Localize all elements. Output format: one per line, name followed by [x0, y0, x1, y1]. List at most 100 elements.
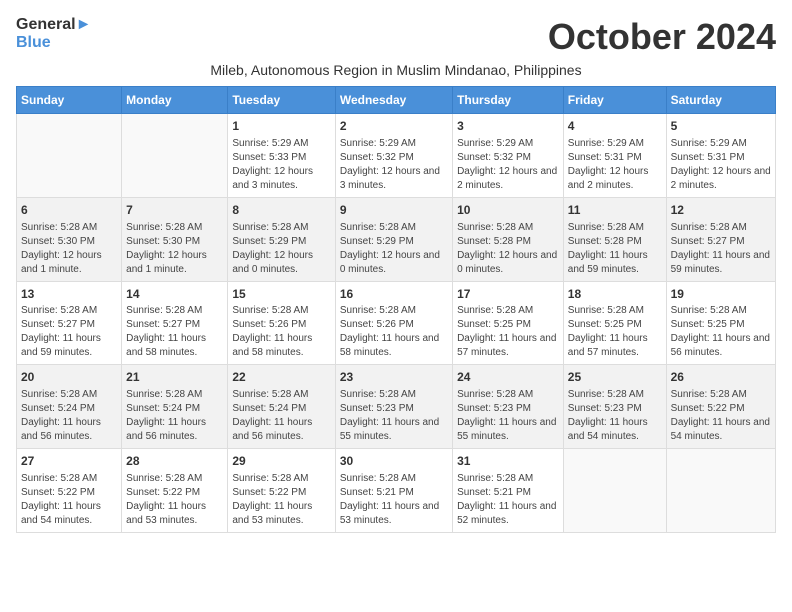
day-info: Sunrise: 5:28 AM Sunset: 5:26 PM Dayligh…	[340, 304, 448, 360]
day-info: Sunrise: 5:28 AM Sunset: 5:28 PM Dayligh…	[457, 221, 559, 277]
day-info: Sunrise: 5:28 AM Sunset: 5:22 PM Dayligh…	[126, 472, 223, 528]
day-number: 14	[126, 286, 223, 303]
table-row: 15Sunrise: 5:28 AM Sunset: 5:26 PM Dayli…	[228, 281, 335, 365]
calendar-week-row: 13Sunrise: 5:28 AM Sunset: 5:27 PM Dayli…	[17, 281, 776, 365]
day-number: 24	[457, 369, 559, 386]
day-number: 30	[340, 453, 448, 470]
day-info: Sunrise: 5:28 AM Sunset: 5:23 PM Dayligh…	[340, 388, 448, 444]
table-row: 22 Sunrise: 5:28 AM Sunset: 5:24 PM Dayli…	[228, 365, 335, 449]
table-row: 24 Sunrise: 5:28 AM Sunset: 5:23 PM Dayli…	[453, 365, 564, 449]
day-number: 16	[340, 286, 448, 303]
calendar-table: Sunday Monday Tuesday Wednesday Thursday…	[16, 86, 776, 533]
day-number: 13	[21, 286, 117, 303]
day-number: 18	[568, 286, 662, 303]
table-row: 25 Sunrise: 5:28 AM Sunset: 5:23 PM Dayli…	[563, 365, 666, 449]
day-info: Sunrise: 5:28 AM Sunset: 5:21 PM Dayligh…	[340, 472, 448, 528]
table-row: 30 Sunrise: 5:28 AM Sunset: 5:21 PM Dayli…	[335, 449, 452, 533]
day-number: 25	[568, 369, 662, 386]
day-info: Sunrise: 5:29 AM Sunset: 5:32 PM Dayligh…	[457, 137, 559, 193]
day-number: 2	[340, 118, 448, 135]
day-info: Sunrise: 5:28 AM Sunset: 5:29 PM Dayligh…	[232, 221, 330, 277]
calendar-week-row: 1Sunrise: 5:29 AM Sunset: 5:33 PM Daylig…	[17, 114, 776, 198]
table-row: 8 Sunrise: 5:28 AM Sunset: 5:29 PM Daylig…	[228, 197, 335, 281]
table-row: 9Sunrise: 5:28 AM Sunset: 5:29 PM Daylig…	[335, 197, 452, 281]
day-info: Sunrise: 5:28 AM Sunset: 5:26 PM Dayligh…	[232, 304, 330, 360]
day-info: Sunrise: 5:28 AM Sunset: 5:30 PM Dayligh…	[21, 221, 117, 277]
day-info: Sunrise: 5:28 AM Sunset: 5:24 PM Dayligh…	[126, 388, 223, 444]
calendar-header-row: Sunday Monday Tuesday Wednesday Thursday…	[17, 87, 776, 114]
header-saturday: Saturday	[666, 87, 775, 114]
day-info: Sunrise: 5:28 AM Sunset: 5:25 PM Dayligh…	[568, 304, 662, 360]
day-number: 22	[232, 369, 330, 386]
table-row: 6 Sunrise: 5:28 AM Sunset: 5:30 PM Daylig…	[17, 197, 122, 281]
day-number: 6	[21, 202, 117, 219]
table-row	[17, 114, 122, 198]
day-number: 29	[232, 453, 330, 470]
day-number: 20	[21, 369, 117, 386]
day-number: 10	[457, 202, 559, 219]
calendar-week-row: 20 Sunrise: 5:28 AM Sunset: 5:24 PM Dayli…	[17, 365, 776, 449]
header-sunday: Sunday	[17, 87, 122, 114]
day-info: Sunrise: 5:28 AM Sunset: 5:24 PM Dayligh…	[21, 388, 117, 444]
day-number: 26	[671, 369, 771, 386]
month-title: October 2024	[548, 16, 776, 58]
table-row: 17Sunrise: 5:28 AM Sunset: 5:25 PM Dayli…	[453, 281, 564, 365]
day-number: 17	[457, 286, 559, 303]
table-row: 19Sunrise: 5:28 AM Sunset: 5:25 PM Dayli…	[666, 281, 775, 365]
table-row: 21Sunrise: 5:28 AM Sunset: 5:24 PM Dayli…	[122, 365, 228, 449]
day-info: Sunrise: 5:29 AM Sunset: 5:32 PM Dayligh…	[340, 137, 448, 193]
day-info: Sunrise: 5:28 AM Sunset: 5:22 PM Dayligh…	[671, 388, 771, 444]
table-row: 4 Sunrise: 5:29 AM Sunset: 5:31 PM Daylig…	[563, 114, 666, 198]
day-number: 15	[232, 286, 330, 303]
header-monday: Monday	[122, 87, 228, 114]
day-number: 19	[671, 286, 771, 303]
day-number: 11	[568, 202, 662, 219]
header-thursday: Thursday	[453, 87, 564, 114]
day-number: 5	[671, 118, 771, 135]
day-number: 1	[232, 118, 330, 135]
day-info: Sunrise: 5:28 AM Sunset: 5:27 PM Dayligh…	[21, 304, 117, 360]
table-row: 10 Sunrise: 5:28 AM Sunset: 5:28 PM Dayli…	[453, 197, 564, 281]
page-header: General► Blue October 2024	[16, 16, 776, 58]
day-info: Sunrise: 5:28 AM Sunset: 5:27 PM Dayligh…	[126, 304, 223, 360]
header-wednesday: Wednesday	[335, 87, 452, 114]
table-row	[122, 114, 228, 198]
table-row: 18Sunrise: 5:28 AM Sunset: 5:25 PM Dayli…	[563, 281, 666, 365]
table-row: 16Sunrise: 5:28 AM Sunset: 5:26 PM Dayli…	[335, 281, 452, 365]
table-row: 11Sunrise: 5:28 AM Sunset: 5:28 PM Dayli…	[563, 197, 666, 281]
table-row: 31Sunrise: 5:28 AM Sunset: 5:21 PM Dayli…	[453, 449, 564, 533]
day-info: Sunrise: 5:29 AM Sunset: 5:31 PM Dayligh…	[568, 137, 662, 193]
logo-text: General►	[16, 16, 91, 34]
table-row: 27Sunrise: 5:28 AM Sunset: 5:22 PM Dayli…	[17, 449, 122, 533]
day-number: 28	[126, 453, 223, 470]
table-row: 2 Sunrise: 5:29 AM Sunset: 5:32 PM Daylig…	[335, 114, 452, 198]
table-row: 1Sunrise: 5:29 AM Sunset: 5:33 PM Daylig…	[228, 114, 335, 198]
table-row: 23 Sunrise: 5:28 AM Sunset: 5:23 PM Dayli…	[335, 365, 452, 449]
day-info: Sunrise: 5:28 AM Sunset: 5:24 PM Dayligh…	[232, 388, 330, 444]
day-number: 9	[340, 202, 448, 219]
table-row: 14Sunrise: 5:28 AM Sunset: 5:27 PM Dayli…	[122, 281, 228, 365]
logo-blue: Blue	[16, 34, 91, 52]
day-number: 31	[457, 453, 559, 470]
calendar-week-row: 27Sunrise: 5:28 AM Sunset: 5:22 PM Dayli…	[17, 449, 776, 533]
header-friday: Friday	[563, 87, 666, 114]
day-number: 23	[340, 369, 448, 386]
day-info: Sunrise: 5:28 AM Sunset: 5:25 PM Dayligh…	[671, 304, 771, 360]
day-info: Sunrise: 5:28 AM Sunset: 5:23 PM Dayligh…	[457, 388, 559, 444]
table-row: 7Sunrise: 5:28 AM Sunset: 5:30 PM Daylig…	[122, 197, 228, 281]
calendar-subtitle: Mileb, Autonomous Region in Muslim Minda…	[16, 62, 776, 78]
day-number: 4	[568, 118, 662, 135]
day-number: 3	[457, 118, 559, 135]
day-info: Sunrise: 5:28 AM Sunset: 5:23 PM Dayligh…	[568, 388, 662, 444]
day-info: Sunrise: 5:28 AM Sunset: 5:22 PM Dayligh…	[232, 472, 330, 528]
header-tuesday: Tuesday	[228, 87, 335, 114]
day-info: Sunrise: 5:28 AM Sunset: 5:22 PM Dayligh…	[21, 472, 117, 528]
day-number: 8	[232, 202, 330, 219]
table-row: 12Sunrise: 5:28 AM Sunset: 5:27 PM Dayli…	[666, 197, 775, 281]
table-row: 13Sunrise: 5:28 AM Sunset: 5:27 PM Dayli…	[17, 281, 122, 365]
table-row	[563, 449, 666, 533]
day-number: 7	[126, 202, 223, 219]
day-info: Sunrise: 5:29 AM Sunset: 5:31 PM Dayligh…	[671, 137, 771, 193]
logo: General► Blue	[16, 16, 91, 51]
table-row: 28 Sunrise: 5:28 AM Sunset: 5:22 PM Dayli…	[122, 449, 228, 533]
